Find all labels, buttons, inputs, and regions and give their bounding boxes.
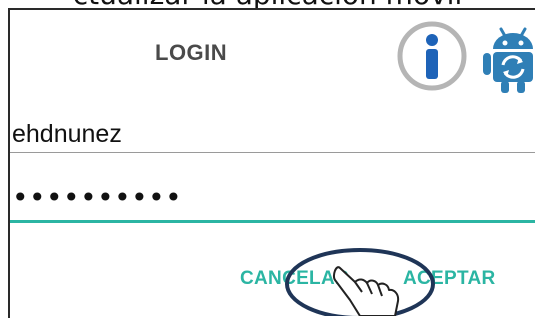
username-field[interactable]: ehdnunez (10, 116, 535, 156)
username-value: ehdnunez (12, 120, 122, 148)
cancel-button[interactable]: CANCELAR (240, 268, 349, 290)
info-icon[interactable] (396, 20, 468, 92)
password-field[interactable]: •••••••••• (10, 184, 535, 228)
accept-button[interactable]: ACEPTAR (403, 268, 496, 290)
dialog-title: LOGIN (155, 40, 228, 65)
login-dialog: LOGIN ehdnunez •••••••••• CANCELAR ACEPT… (8, 8, 535, 318)
username-underline (10, 152, 535, 153)
password-value: •••••••••• (12, 181, 183, 214)
android-update-icon[interactable] (481, 25, 535, 95)
password-underline (10, 220, 535, 223)
